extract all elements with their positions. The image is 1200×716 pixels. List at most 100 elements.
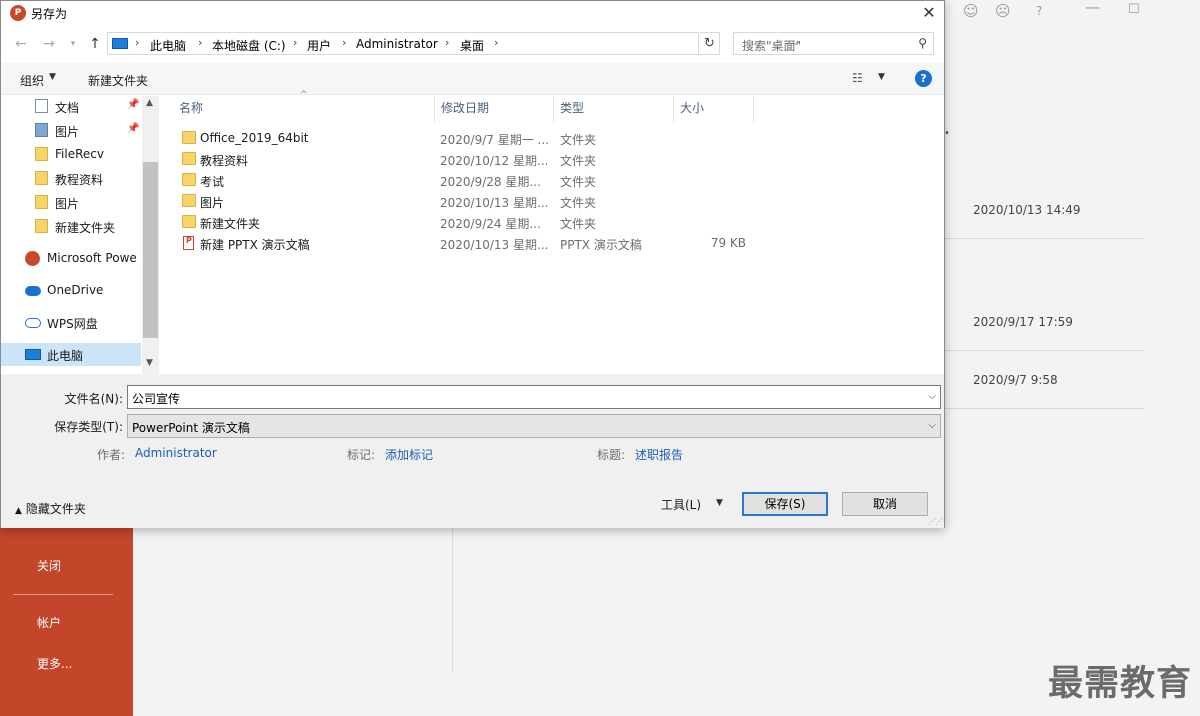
save-options-panel: 文件名(N): 公司宣传 ⌵ 保存类型(T): PowerPoint 演示文稿 … (1, 374, 944, 528)
view-options-icon[interactable]: ☷ (852, 71, 863, 85)
file-name: 考试 (200, 175, 225, 189)
help-icon[interactable]: ? (915, 70, 932, 87)
cancel-button[interactable]: 取消 (842, 492, 928, 516)
pin-icon[interactable]: 📌 (127, 123, 139, 134)
scroll-up-icon[interactable]: ▲ (146, 98, 153, 108)
breadcrumb-local-disk[interactable]: 本地磁盘 (C:) (212, 37, 286, 54)
file-date: 2020/9/28 星期... (440, 175, 541, 189)
column-header-size[interactable]: 大小 (674, 96, 754, 122)
organize-button[interactable]: 组织 (20, 72, 44, 89)
tags-field[interactable]: 添加标记 (385, 446, 433, 463)
backstage-close[interactable]: 关闭 (37, 557, 61, 574)
nav-item-label: 此电脑 (47, 349, 84, 363)
nav-item-microsoft-powerpoint[interactable]: Microsoft Powe (25, 248, 142, 270)
address-bar[interactable]: › 此电脑 › 本地磁盘 (C:) › 用户 › Administrator ›… (107, 32, 800, 55)
dialog-titlebar[interactable]: P 另存为 ✕ (1, 1, 944, 25)
backstage-divider (452, 528, 453, 673)
frown-icon[interactable]: ☹ (995, 2, 1011, 20)
column-header-modified[interactable]: 修改日期 (435, 96, 554, 122)
file-row[interactable]: 教程资料 2020/10/12 星期... 文件夹 (176, 149, 776, 170)
filename-label: 文件名(N): (64, 392, 123, 406)
search-placeholder: 搜索"桌面" (742, 39, 802, 53)
recent-divider (945, 408, 1145, 409)
nav-scrollbar[interactable]: ▲ ▼ (142, 96, 159, 374)
file-type: 文件夹 (560, 133, 597, 147)
navigation-pane: 文档 📌 图片 📌 FileRecv 教程资料 图片 新建文件夹 Microso… (1, 96, 159, 374)
recent-divider (945, 350, 1145, 351)
maximize-icon[interactable]: ☐ (1128, 2, 1140, 17)
up-arrow-icon[interactable]: ↑ (84, 33, 106, 55)
title-field[interactable]: 述职报告 (635, 446, 683, 463)
minimize-icon[interactable]: — (1085, 0, 1100, 16)
caret-down-icon[interactable]: ▼ (878, 72, 885, 82)
backstage-account[interactable]: 帐户 (37, 614, 61, 631)
file-row[interactable]: 考试 2020/9/28 星期... 文件夹 (176, 170, 776, 191)
file-row[interactable]: 新建 PPTX 演示文稿 2020/10/13 星期... PPTX 演示文稿 … (176, 233, 776, 254)
chevron-right-icon[interactable]: › (198, 36, 202, 49)
scroll-down-icon[interactable]: ▼ (146, 358, 153, 368)
document-icon (35, 99, 48, 113)
filename-value: 公司宣传 (132, 392, 181, 406)
breadcrumb-desktop[interactable]: 桌面 (460, 37, 484, 54)
nav-item-documents[interactable]: 文档 📌 (35, 96, 145, 118)
chevron-down-icon[interactable]: ⌵ (928, 420, 936, 431)
resize-grip-icon[interactable]: ⋰⋰ (928, 517, 943, 526)
forward-arrow-icon[interactable]: → (38, 33, 60, 55)
folder-icon (182, 152, 196, 165)
scroll-thumb[interactable] (143, 162, 158, 338)
recent-locations-chevron-icon[interactable]: ▾ (62, 33, 84, 55)
file-row[interactable]: 新建文件夹 2020/9/24 星期... 文件夹 (176, 212, 776, 233)
navigation-row: ← → ▾ ↑ › 此电脑 › 本地磁盘 (C:) › 用户 › Adminis… (1, 31, 944, 59)
backstage-sidebar: 关闭 帐户 更多... (0, 528, 133, 716)
hide-folders-label: 隐藏文件夹 (25, 502, 86, 516)
dialog-title: 另存为 (31, 7, 68, 21)
recent-divider (945, 238, 1145, 239)
nav-item-pictures-pinned[interactable]: 图片 📌 (35, 120, 145, 142)
author-field[interactable]: Administrator (135, 446, 217, 460)
recent-date: 2020/10/13 14:49 (973, 203, 1081, 217)
pin-icon[interactable]: 📌 (127, 99, 139, 110)
nav-item-label: 新建文件夹 (55, 221, 116, 235)
recent-date: 2020/9/17 17:59 (973, 315, 1073, 329)
file-row[interactable]: 图片 2020/10/13 星期... 文件夹 (176, 191, 776, 212)
nav-item-label: 图片 (55, 125, 80, 139)
chevron-right-icon[interactable]: › (293, 36, 297, 49)
file-type: 文件夹 (560, 154, 597, 168)
breadcrumb-administrator[interactable]: Administrator (356, 37, 438, 51)
file-type: 文件夹 (560, 175, 597, 189)
close-button[interactable]: ✕ (914, 1, 944, 25)
hide-folders-button[interactable]: ▲ 隐藏文件夹 (15, 500, 86, 517)
filename-field[interactable]: 公司宣传 ⌵ (127, 385, 941, 409)
save-button[interactable]: 保存(S) (742, 492, 828, 516)
breadcrumb-users[interactable]: 用户 (307, 37, 331, 54)
filetype-select[interactable]: PowerPoint 演示文稿 ⌵ (127, 414, 941, 438)
chevron-right-icon[interactable]: › (445, 36, 449, 49)
file-date: 2020/10/12 星期... (440, 154, 549, 168)
column-header-type[interactable]: 类型 (554, 96, 674, 122)
chevron-right-icon[interactable]: › (135, 36, 139, 49)
chevron-right-icon[interactable]: › (494, 36, 498, 49)
file-row[interactable]: Office_2019_64bit 2020/9/7 星期一 ... 文件夹 (176, 128, 776, 149)
chevron-right-icon[interactable]: › (342, 36, 346, 49)
chevron-down-icon[interactable]: ⌵ (928, 391, 936, 402)
folder-icon (35, 195, 48, 209)
search-icon[interactable]: ⚲ (918, 36, 927, 50)
caret-down-icon[interactable]: ▼ (49, 72, 56, 82)
back-arrow-icon[interactable]: ← (10, 33, 32, 55)
column-header-name[interactable]: 名称 (173, 96, 435, 122)
file-date: 2020/9/24 星期... (440, 217, 541, 231)
nav-item-label: WPS网盘 (47, 317, 98, 331)
new-folder-button[interactable]: 新建文件夹 (88, 72, 148, 89)
smile-icon[interactable]: ☺ (963, 2, 979, 20)
breadcrumb-this-pc[interactable]: 此电脑 (150, 37, 186, 54)
backstage-more[interactable]: 更多... (37, 655, 72, 672)
caret-down-icon[interactable]: ▼ (716, 498, 723, 508)
refresh-icon[interactable]: ↻ (700, 32, 720, 55)
powerpoint-icon (25, 251, 40, 266)
file-name: 教程资料 (200, 154, 249, 168)
filetype-value: PowerPoint 演示文稿 (132, 421, 250, 435)
help-question-icon[interactable]: ? (1036, 4, 1042, 18)
search-input[interactable]: 搜索"桌面" ⚲ (733, 32, 934, 55)
caret-up-icon: ▲ (15, 506, 22, 516)
tools-button[interactable]: 工具(L) (661, 496, 701, 513)
